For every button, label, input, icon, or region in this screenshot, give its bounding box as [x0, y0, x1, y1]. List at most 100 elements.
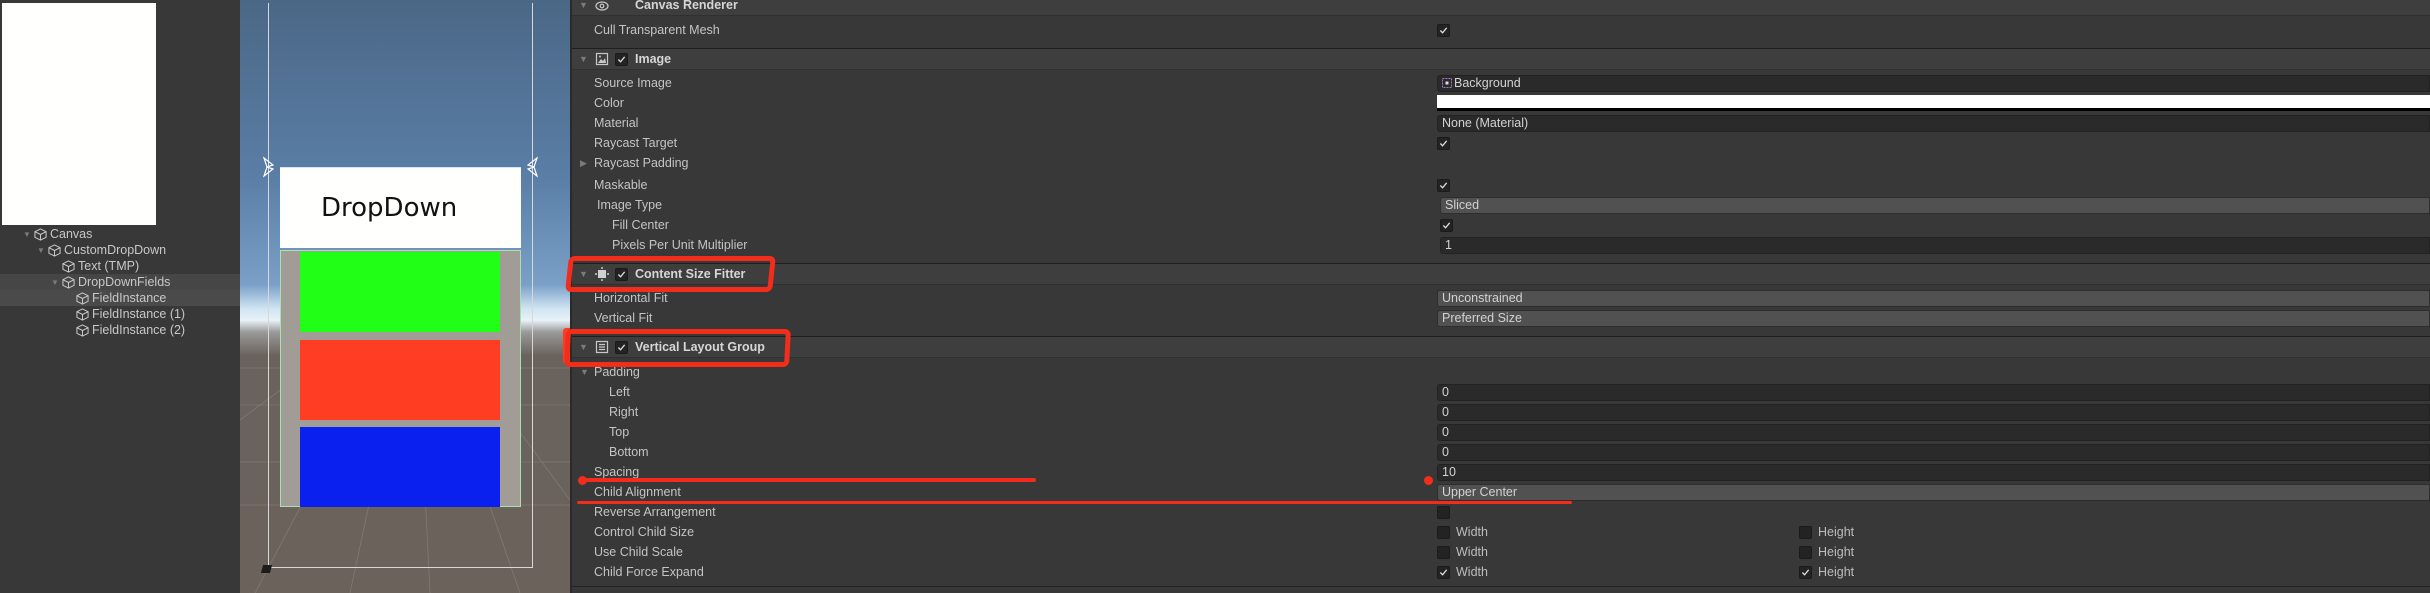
use-child-scale-width-checkbox[interactable]: [1437, 545, 1450, 559]
color-swatch[interactable]: [1437, 95, 2430, 111]
property-label: Raycast Padding: [594, 156, 689, 170]
tree-item-label: FieldInstance (2): [92, 323, 186, 337]
property-child-force-expand: Child Force Expand Width Height: [572, 562, 2430, 582]
tree-item-canvas[interactable]: ▼ Canvas: [0, 226, 240, 242]
control-child-size-width[interactable]: Width: [1437, 525, 1488, 539]
horizontal-fit-dropdown[interactable]: Unconstrained: [1437, 289, 2430, 307]
height-label: Height: [1818, 545, 1855, 559]
property-label: Child Force Expand: [594, 565, 704, 579]
tree-item-customdropdown[interactable]: ▼ CustomDropDown: [0, 242, 240, 258]
fold-arrow-icon[interactable]: ▼: [579, 54, 588, 64]
vertical-fit-value: Preferred Size: [1442, 311, 1522, 325]
checkmark-icon: [617, 55, 626, 63]
tree-item-label: DropDownFields: [78, 275, 171, 289]
checkmark-icon: [1439, 26, 1448, 34]
image-icon: [595, 52, 609, 66]
height-label: Height: [1818, 565, 1855, 579]
pixels-per-unit-field[interactable]: 1: [1440, 236, 2430, 254]
checkmark-icon: [1439, 181, 1448, 189]
annotation-box-content-size-fitter: [565, 256, 776, 292]
property-source-image: Source Image Background: [572, 73, 2430, 93]
component-header-content-size-fitter[interactable]: ▼ Content Size Fitter: [572, 263, 2430, 285]
property-raycast-padding[interactable]: ▶ Raycast Padding: [572, 153, 2430, 173]
property-vertical-fit: Vertical Fit Preferred Size: [572, 308, 2430, 328]
property-raycast-target: Raycast Target: [572, 133, 2430, 153]
reverse-arrangement-checkbox[interactable]: [1437, 505, 1450, 519]
child-force-expand-width-checkbox[interactable]: [1437, 565, 1450, 579]
material-field[interactable]: None (Material): [1437, 114, 2430, 132]
padding-top-field[interactable]: 0: [1437, 423, 2430, 441]
child-force-expand-height-checkbox[interactable]: [1799, 565, 1812, 579]
child-alignment-dropdown[interactable]: Upper Center: [1437, 483, 2430, 501]
pixels-per-unit-value: 1: [1445, 238, 1452, 252]
tree-item-label: FieldInstance: [92, 291, 167, 305]
use-child-scale-height[interactable]: Height: [1799, 545, 1854, 559]
use-child-scale-width[interactable]: Width: [1437, 545, 1488, 559]
tree-item-text-tmp[interactable]: Text (TMP): [0, 258, 240, 274]
child-alignment-value: Upper Center: [1442, 485, 1518, 499]
tree-item-fieldinstance-1[interactable]: FieldInstance (1): [0, 306, 240, 322]
fold-arrow-icon[interactable]: ▼: [579, 0, 588, 10]
checkmark-icon: [1439, 139, 1448, 147]
cull-transparent-mesh-checkbox[interactable]: [1437, 23, 1450, 37]
raycast-target-checkbox[interactable]: [1437, 136, 1450, 150]
gameobject-cube-icon: [34, 227, 47, 241]
property-label: Control Child Size: [594, 525, 695, 539]
property-padding[interactable]: ▼ Padding: [572, 362, 2430, 382]
tree-item-fieldinstance[interactable]: FieldInstance: [0, 290, 240, 306]
property-label: Pixels Per Unit Multiplier: [612, 238, 748, 252]
tree-item-fieldinstance-2[interactable]: FieldInstance (2): [0, 322, 240, 338]
expand-arrow-icon[interactable]: ▶: [580, 158, 587, 169]
property-cull-transparent-mesh: Cull Transparent Mesh: [572, 20, 2430, 40]
gameobject-cube-icon: [76, 307, 89, 321]
property-fill-center: Fill Center: [572, 215, 2430, 235]
use-child-scale-height-checkbox[interactable]: [1799, 545, 1812, 559]
component-header-image[interactable]: ▼ Image: [572, 48, 2430, 70]
checkmark-icon: [1801, 568, 1810, 576]
property-label: Bottom: [609, 445, 649, 459]
control-child-size-width-checkbox[interactable]: [1437, 525, 1450, 539]
vertical-fit-dropdown[interactable]: Preferred Size: [1437, 309, 2430, 327]
maskable-checkbox[interactable]: [1437, 178, 1450, 192]
annotation-dot: [1424, 476, 1433, 485]
expand-arrow-icon[interactable]: ▼: [580, 367, 589, 377]
expand-arrow-icon[interactable]: ▼: [22, 230, 32, 239]
field-instance-green[interactable]: [300, 252, 500, 332]
tree-item-dropdownfields[interactable]: ▼ DropDownFields: [0, 274, 240, 290]
property-padding-right: Right 0: [572, 402, 2430, 422]
scene-view[interactable]: DropDown: [240, 0, 570, 593]
property-label: Top: [609, 425, 630, 439]
expand-arrow-icon[interactable]: ▼: [50, 278, 60, 287]
property-label: Use Child Scale: [594, 545, 683, 559]
source-image-field[interactable]: Background: [1437, 74, 2430, 92]
dropdown-fields-container[interactable]: [280, 250, 521, 507]
fill-center-checkbox[interactable]: [1440, 218, 1453, 232]
anchor-handle-icon[interactable]: [526, 156, 538, 178]
padding-left-field[interactable]: 0: [1437, 383, 2430, 401]
field-instance-red[interactable]: [300, 340, 500, 420]
anchor-handle-icon[interactable]: [263, 156, 275, 178]
tree-item-label: FieldInstance (1): [92, 307, 186, 321]
child-force-expand-height[interactable]: Height: [1799, 565, 1854, 579]
spacing-field[interactable]: 10: [1437, 463, 2430, 481]
image-enabled-checkbox[interactable]: [615, 52, 628, 66]
property-image-type: Image Type Sliced: [572, 195, 2430, 215]
property-child-alignment: Child Alignment Upper Center: [572, 482, 2430, 502]
padding-right-value: 0: [1442, 405, 1449, 419]
hierarchy-panel: ▼ Canvas ▼ CustomDropDown Text (TMP) ▼ D…: [0, 0, 240, 593]
field-instance-blue[interactable]: [300, 427, 500, 507]
dropdown-header[interactable]: DropDown: [280, 167, 521, 248]
image-type-dropdown[interactable]: Sliced: [1440, 196, 2430, 214]
control-child-size-height[interactable]: Height: [1799, 525, 1854, 539]
component-header-vertical-layout-group[interactable]: ▼ Vertical Layout Group: [572, 336, 2430, 358]
child-force-expand-width[interactable]: Width: [1437, 565, 1488, 579]
sprite-icon: [1442, 78, 1452, 88]
property-label: Maskable: [594, 178, 648, 192]
expand-arrow-icon[interactable]: ▼: [36, 246, 46, 255]
preview-image: [2, 3, 156, 225]
control-child-size-height-checkbox[interactable]: [1799, 525, 1812, 539]
property-label: Right: [609, 405, 639, 419]
padding-right-field[interactable]: 0: [1437, 403, 2430, 421]
padding-bottom-field[interactable]: 0: [1437, 443, 2430, 461]
component-header-canvas-renderer[interactable]: ▼ Canvas Renderer: [572, 0, 2430, 16]
